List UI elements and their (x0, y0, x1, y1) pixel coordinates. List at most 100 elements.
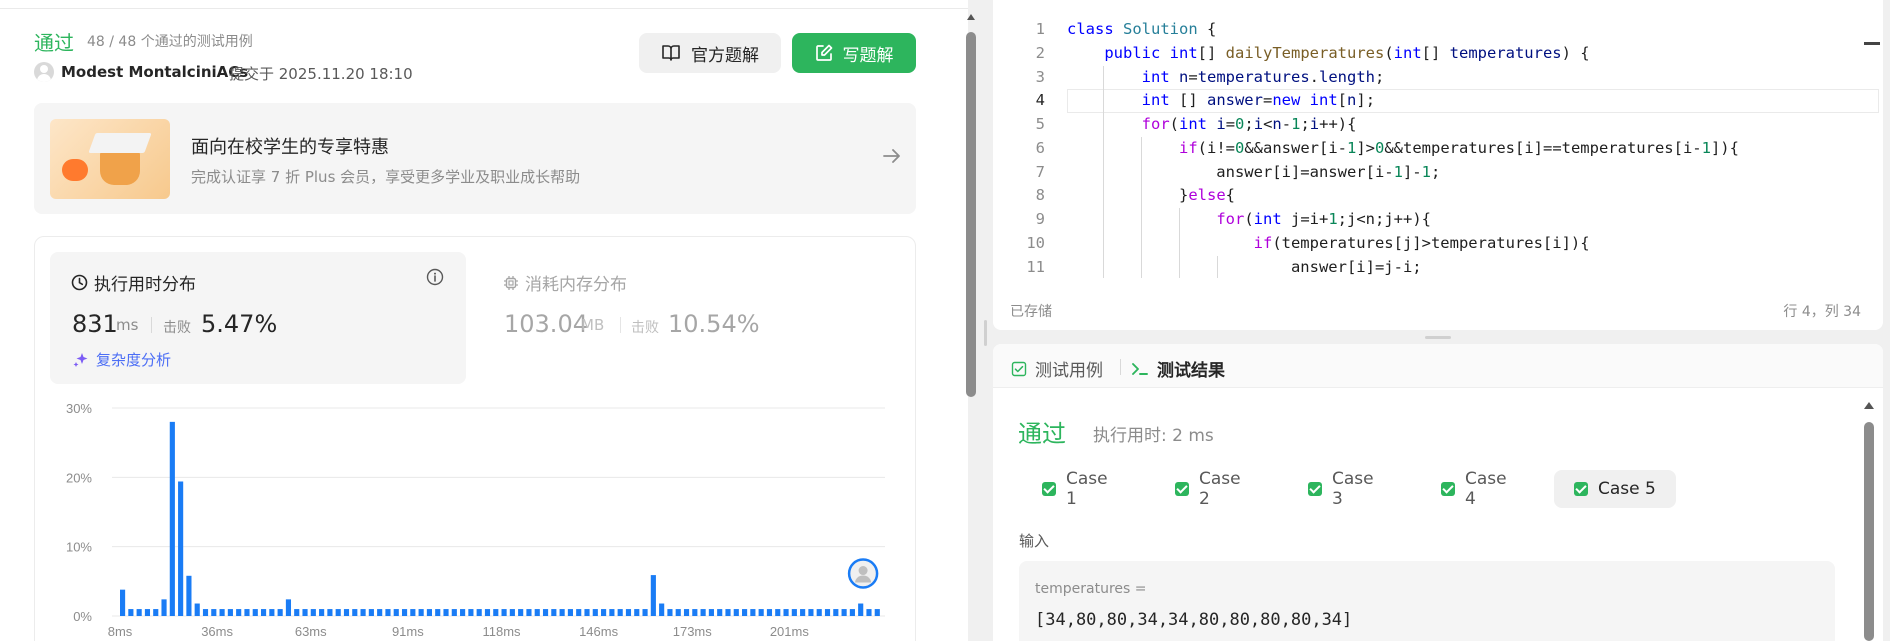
official-solution-button[interactable]: 官方题解 (639, 33, 781, 73)
terminal-icon (1132, 362, 1148, 375)
author-avatar[interactable] (34, 62, 54, 82)
chart-bar (708, 609, 714, 616)
chart-bar (493, 609, 499, 616)
arrow-right-icon[interactable] (880, 144, 904, 168)
code-line[interactable]: 9 for(int j=i+1;j<n;j++){ (993, 208, 1883, 232)
chart-bar (551, 609, 557, 616)
scroll-up-icon[interactable] (1864, 402, 1874, 409)
check-icon (1308, 482, 1322, 496)
code-line[interactable]: 4 int [] answer=new int[n]; (993, 89, 1883, 113)
left-scrollbar[interactable] (966, 12, 976, 641)
author-name[interactable]: Modest MontalciniACs (61, 63, 248, 81)
chart-bar (534, 609, 540, 616)
scrollbar-thumb[interactable] (966, 32, 976, 397)
line-number: 4 (1035, 91, 1045, 110)
line-number: 11 (1026, 257, 1045, 276)
chart-bar (833, 609, 839, 616)
result-tabs: 测试用例 测试结果 (993, 344, 1883, 388)
chart-bar (717, 609, 723, 616)
divider (620, 317, 621, 333)
code-line[interactable]: 11 answer[i]=j-i; (993, 256, 1883, 280)
code-line[interactable]: 7 answer[i]=answer[i-1]-1; (993, 161, 1883, 185)
code-lines[interactable]: 1 class Solution {2 public int[] dailyTem… (993, 18, 1883, 279)
code-line[interactable]: 8 }else{ (993, 184, 1883, 208)
code-text[interactable]: if(i!=0&&answer[i-1]>0&&temperatures[i]=… (1067, 137, 1739, 161)
code-text[interactable]: int n=temperatures.length; (1067, 66, 1385, 90)
chart-bar (443, 609, 449, 616)
memory-beat-value: 10.54% (668, 310, 760, 338)
tab-test-result[interactable]: 测试结果 (1131, 356, 1225, 381)
horizontal-split-handle[interactable] (1425, 336, 1451, 339)
code-line[interactable]: 3 int n=temperatures.length; (993, 66, 1883, 90)
case-summary: 48 / 48 个通过的测试用例 (87, 34, 253, 50)
line-number: 8 (1035, 186, 1045, 205)
code-text[interactable]: if(temperatures[j]>temperatures[i]){ (1067, 232, 1590, 256)
case-tab-3[interactable]: Case 3 (1288, 469, 1388, 509)
scroll-up-icon[interactable] (967, 14, 975, 20)
case-tab-1[interactable]: Case 1 (1022, 469, 1122, 509)
code-text[interactable]: int [] answer=new int[n]; (1067, 89, 1375, 113)
chart-bar (186, 575, 192, 616)
complexity-analysis-link[interactable]: 复杂度分析 (73, 349, 171, 370)
x-tick-label: 63ms (295, 624, 327, 639)
runtime-distribution-chart[interactable]: 0% 10% 20% 30% 8ms 36ms 63ms 91ms 118ms 146ms 173m… (50, 396, 910, 641)
chart-bar (144, 609, 151, 616)
scrollbar-thumb[interactable] (1864, 422, 1874, 641)
promo-title: 面向在校学生的专享特惠 (191, 137, 389, 158)
chart-bar (153, 609, 159, 616)
chart-bar (766, 609, 773, 616)
memory-tab[interactable]: 消耗内存分布 (503, 270, 627, 295)
chart-bar (227, 609, 233, 616)
student-promo-banner[interactable]: 面向在校学生的专享特惠 完成认证享 7 折 Plus 会员，享受更多学业及职业成… (34, 103, 916, 214)
code-text[interactable]: for(int i=0;i<n-1;i++){ (1067, 113, 1357, 137)
chart-bar (161, 599, 167, 616)
case-tab-5[interactable]: Case 5 (1554, 470, 1676, 508)
runtime-value: 831 (72, 310, 118, 338)
x-tick-label: 146ms (579, 624, 619, 639)
result-status: 通过 (1018, 420, 1066, 448)
case-tab-2[interactable]: Case 2 (1155, 469, 1255, 509)
code-editor[interactable]: 1 class Solution {2 public int[] dailyTem… (993, 0, 1883, 330)
check-icon (1042, 482, 1056, 496)
info-icon[interactable] (426, 268, 444, 286)
check-icon (1574, 482, 1588, 496)
promo-subtitle: 完成认证享 7 折 Plus 会员，享受更多学业及职业成长帮助 (191, 168, 581, 186)
chart-bar (410, 609, 416, 616)
code-text[interactable]: answer[i]=j-i; (1067, 256, 1422, 280)
vertical-split-handle[interactable] (984, 320, 987, 346)
code-text[interactable]: for(int j=i+1;j<n;j++){ (1067, 208, 1431, 232)
chart-bar (775, 609, 781, 616)
line-number: 1 (1035, 20, 1045, 38)
code-line[interactable]: 1 class Solution { (993, 18, 1883, 42)
chart-bar (393, 609, 399, 616)
code-line[interactable]: 2 public int[] dailyTemperatures(int[] t… (993, 42, 1883, 66)
chart-bar (800, 609, 806, 616)
y-tick-label: 0% (73, 609, 92, 624)
code-text[interactable]: public int[] dailyTemperatures(int[] tem… (1067, 42, 1589, 66)
chart-bar (659, 603, 665, 616)
result-scrollbar[interactable] (1863, 400, 1875, 641)
chart-bar (302, 609, 308, 616)
code-line[interactable]: 5 for(int i=0;i<n-1;i++){ (993, 113, 1883, 137)
chart-bar (501, 609, 507, 616)
test-result-panel: 测试用例 测试结果 通过 执行用时: 2 ms Case 1 Case 2 Ca… (993, 344, 1883, 641)
write-solution-button[interactable]: 写题解 (792, 33, 916, 73)
chart-bar (277, 609, 283, 616)
input-variable-value[interactable]: [34,80,80,34,34,80,80,80,80,34] (1035, 610, 1352, 630)
tab-test-cases[interactable]: 测试用例 (1011, 356, 1103, 381)
y-tick-label: 30% (66, 401, 92, 416)
runtime-title[interactable]: 执行用时分布 (71, 270, 196, 295)
code-line[interactable]: 6 if(i!=0&&answer[i-1]>0&&temperatures[i… (993, 137, 1883, 161)
chart-bar (484, 609, 491, 616)
graduation-cap-illustration (50, 119, 170, 199)
code-text[interactable]: class Solution { (1067, 18, 1216, 42)
chart-bar (559, 609, 565, 616)
code-text[interactable]: answer[i]=answer[i-1]-1; (1067, 161, 1440, 185)
case-tab-4[interactable]: Case 4 (1421, 469, 1521, 509)
code-line[interactable]: 10 if(temperatures[j]>temperatures[i]){ (993, 232, 1883, 256)
code-text[interactable]: }else{ (1067, 184, 1235, 208)
chart-bar (360, 609, 366, 616)
chart-bar (335, 609, 341, 616)
divider (0, 8, 968, 9)
chart-bar (352, 609, 358, 616)
